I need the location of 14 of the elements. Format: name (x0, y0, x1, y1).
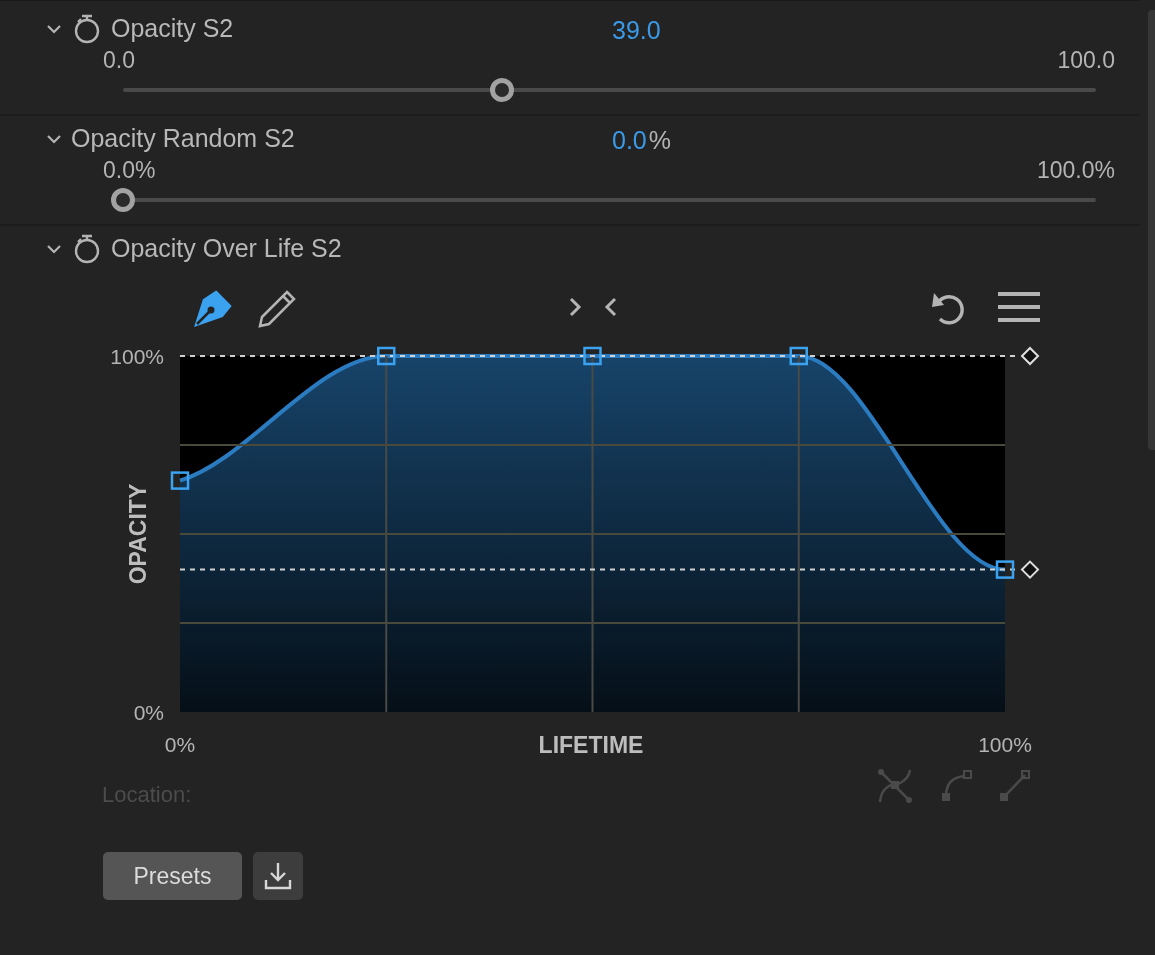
y-tick-label: 100% (110, 345, 164, 368)
unit-label: % (648, 125, 671, 156)
min-label: 0.0% (103, 156, 156, 185)
property-title: Opacity Over Life S2 (111, 232, 342, 264)
property-title: Opacity Random S2 (71, 122, 295, 154)
max-label: 100.0% (1037, 156, 1115, 185)
max-label: 100.0 (1057, 46, 1115, 75)
y-axis-title: OPACITY (125, 483, 151, 585)
x-axis-title: LIFETIME (538, 732, 644, 758)
x-tick-label: 0% (164, 733, 196, 756)
y-tick-label: 0% (133, 701, 164, 724)
min-label: 0.0 (103, 46, 135, 75)
x-tick-label: 100% (978, 733, 1032, 756)
property-title: Opacity S2 (111, 12, 234, 44)
